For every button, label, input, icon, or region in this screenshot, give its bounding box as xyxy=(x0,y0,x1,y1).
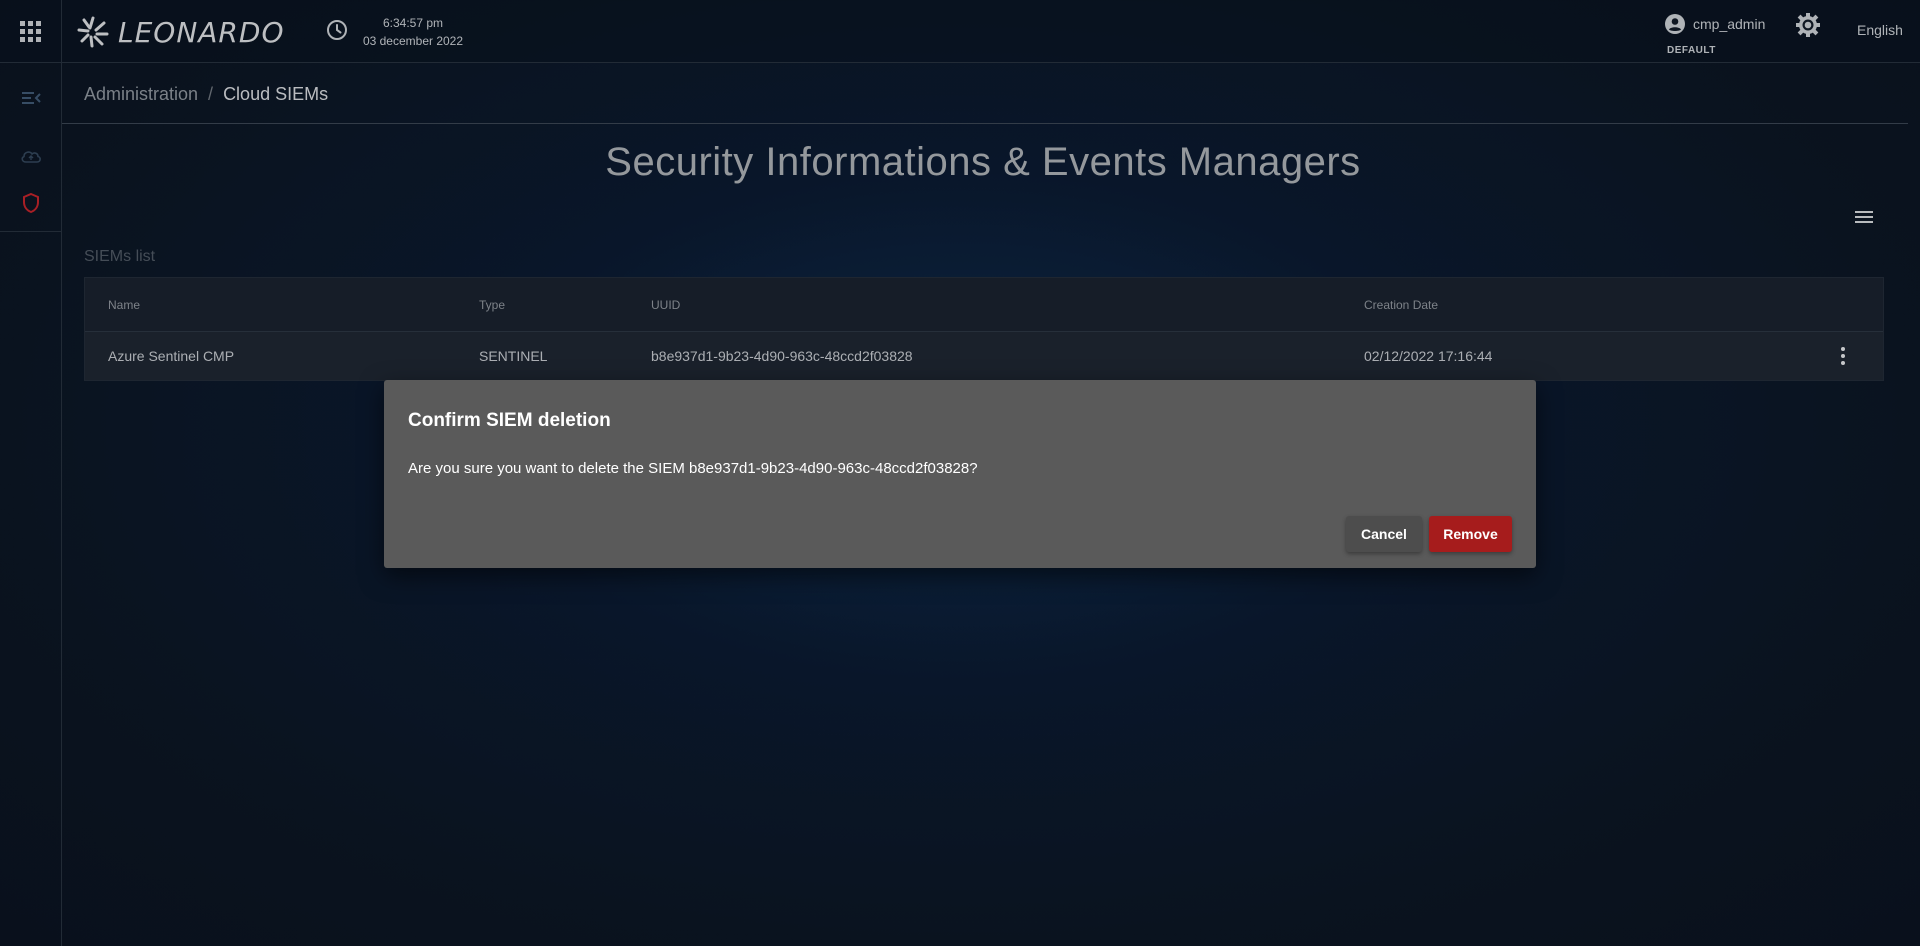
dialog-title: Confirm SIEM deletion xyxy=(408,410,611,431)
dialog-message: Are you sure you want to delete the SIEM… xyxy=(408,460,978,477)
confirm-delete-dialog: Confirm SIEM deletion Are you sure you w… xyxy=(384,380,1536,568)
cancel-button[interactable]: Cancel xyxy=(1346,516,1422,552)
remove-button[interactable]: Remove xyxy=(1429,516,1512,552)
